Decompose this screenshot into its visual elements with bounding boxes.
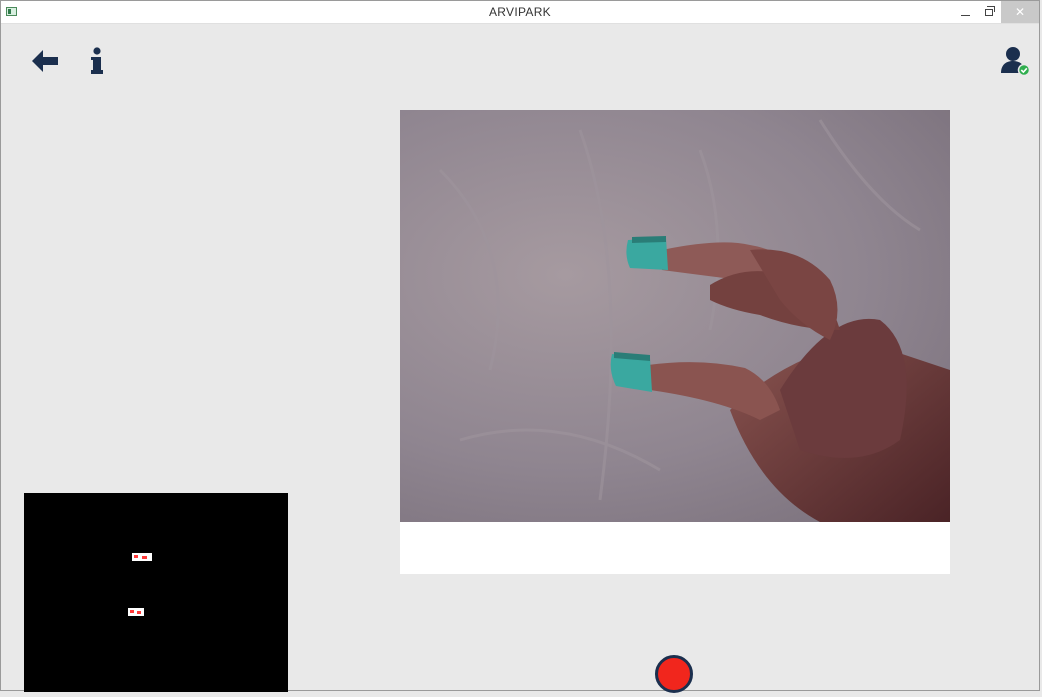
- camera-caption: [400, 522, 950, 574]
- window-title: ARVIPARK: [489, 5, 551, 19]
- record-button[interactable]: [655, 655, 693, 693]
- mask-feed: [24, 493, 288, 692]
- user-button[interactable]: [997, 43, 1033, 79]
- hand-image: [438, 119, 950, 522]
- info-button[interactable]: [79, 43, 115, 79]
- mask-image: [128, 553, 152, 616]
- info-icon: [91, 47, 103, 74]
- minimize-icon: [960, 14, 970, 16]
- minimize-button[interactable]: [953, 1, 977, 23]
- restore-button[interactable]: [977, 1, 1001, 23]
- arrow-left-icon: [32, 50, 58, 72]
- window-controls: ✕: [953, 1, 1039, 23]
- app-window: ARVIPARK ✕: [0, 0, 1040, 693]
- back-button[interactable]: [27, 43, 63, 79]
- close-icon: ✕: [1014, 5, 1026, 19]
- user-check-icon: [1001, 47, 1031, 77]
- title-bar: ARVIPARK ✕: [1, 1, 1039, 24]
- close-button[interactable]: ✕: [1001, 1, 1039, 23]
- restore-icon: [985, 5, 995, 16]
- camera-feed: [400, 110, 950, 522]
